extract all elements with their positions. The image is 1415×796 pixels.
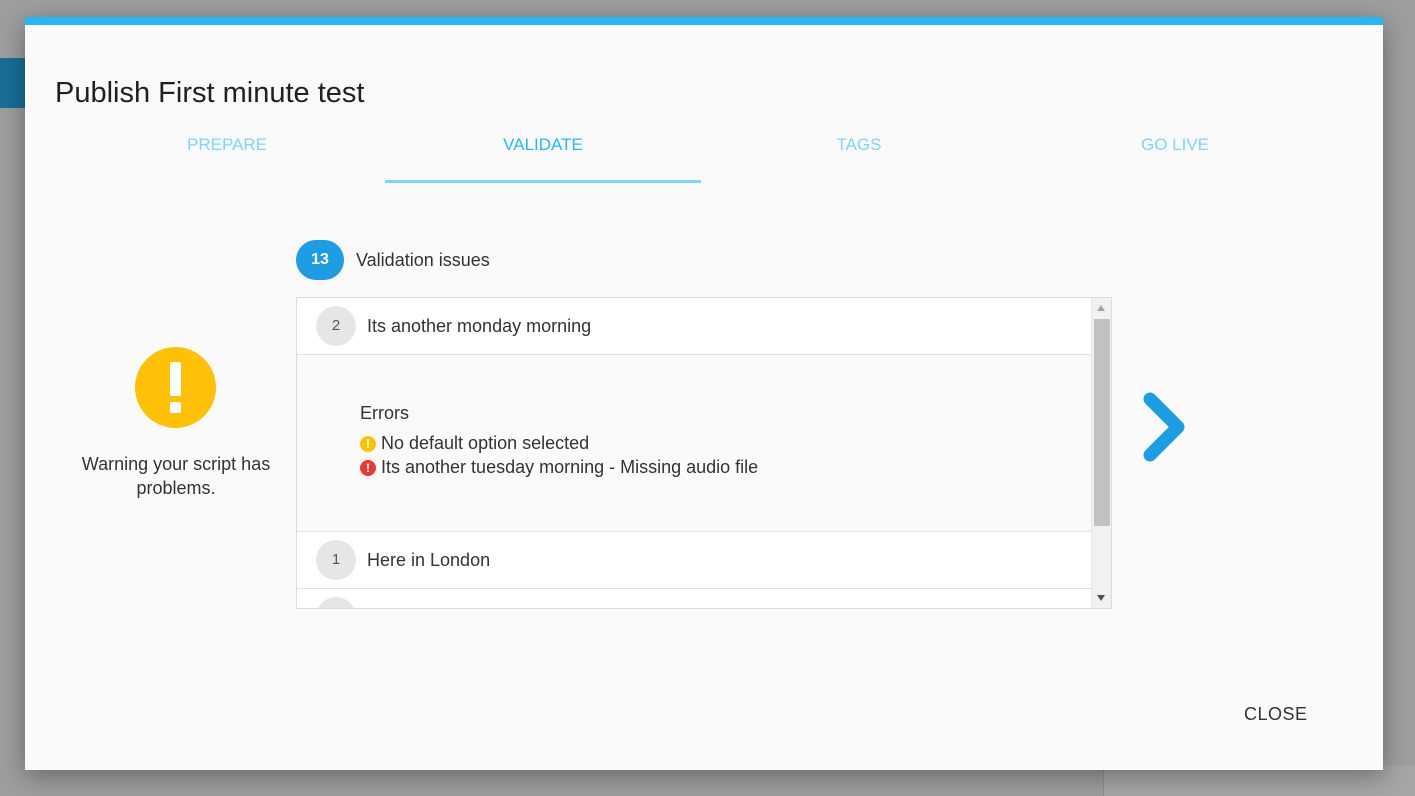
error-text: No default option selected [381,433,590,453]
issue-count-badge: 13 [296,240,344,280]
scrollbar-thumb[interactable] [1094,319,1110,526]
warning-icon: ! [360,435,376,452]
item-number-badge: 1 [316,540,356,580]
warning-message: Warning your script has problems. [81,454,271,498]
tab-go-live[interactable]: GO LIVE [1017,131,1333,183]
error-line-warning: ! No default option selected [360,433,589,454]
publish-steps-tabs: PREPARE VALIDATE TAGS GO LIVE [69,131,1333,183]
list-item[interactable]: 1 Here in London [297,532,1091,589]
close-button[interactable]: CLOSE [1232,696,1320,733]
publish-dialog: Publish First minute test PREPARE VALIDA… [25,17,1383,770]
tab-prepare[interactable]: PREPARE [69,131,385,183]
scroll-up-arrow-icon[interactable] [1097,305,1105,311]
issue-list-content: 2 Its another monday morning Errors ! No… [297,298,1091,608]
dialog-title: Publish First minute test [55,77,365,109]
item-title: Here in London [367,549,491,570]
errors-heading: Errors [360,403,409,423]
error-text: Its another tuesday morning - Missing au… [381,457,759,477]
list-item[interactable] [297,589,1091,608]
item-number-badge [316,597,356,608]
validation-issues-header: 13 Validation issues [296,240,490,280]
validation-issue-list: 2 Its another monday morning Errors ! No… [296,297,1112,609]
exclamation-icon [135,347,216,428]
item-title: Its another monday morning [367,315,592,336]
validation-issues-label: Validation issues [356,249,490,270]
error-icon: ! [360,459,376,476]
tab-validate[interactable]: VALIDATE [385,131,701,183]
error-line-error: ! Its another tuesday morning - Missing … [360,457,758,478]
list-scrollbar[interactable] [1091,298,1111,608]
list-item[interactable]: 2 Its another monday morning [297,298,1091,355]
chevron-right-icon[interactable] [1137,391,1197,463]
background-app-bar [0,58,26,108]
tab-tags[interactable]: TAGS [701,131,1017,183]
item-error-details: Errors ! No default option selected ! It… [297,355,1091,532]
item-number-badge: 2 [316,306,356,346]
scroll-down-arrow-icon[interactable] [1097,595,1105,601]
